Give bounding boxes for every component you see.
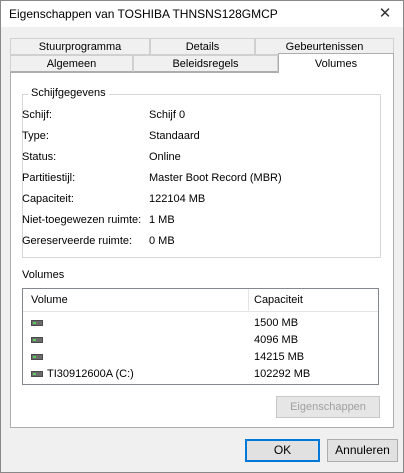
disk-row-value: 0 MB (149, 235, 175, 247)
volumes-tab-panel: Schijfgegevens Schijf: Schijf 0 Type: St… (10, 72, 394, 428)
volume-name: TI30912600A (C:) (47, 368, 134, 380)
disk-row-label: Schijf: (22, 109, 52, 121)
column-header-capaciteit[interactable]: Capaciteit (254, 294, 303, 306)
tab-details[interactable]: Details (150, 38, 255, 55)
ok-button[interactable]: OK (245, 439, 320, 462)
disk-row-label: Type: (22, 130, 49, 142)
disk-row-value: 1 MB (149, 214, 175, 226)
disk-row-label: Niet-toegewezen ruimte: (22, 214, 142, 226)
volume-row[interactable]: 1500 MB (23, 315, 378, 332)
volumes-group-label: Volumes (22, 269, 65, 281)
disk-row-label: Status: (22, 151, 57, 163)
disk-row-status: Status: Online (22, 151, 181, 165)
tab-volumes[interactable]: Volumes (278, 53, 394, 73)
properties-button[interactable]: Eigenschappen (276, 396, 380, 418)
disk-row-capaciteit: Capaciteit: 122104 MB (22, 193, 205, 207)
tab-stuurprogramma[interactable]: Stuurprogramma (10, 38, 150, 55)
disk-row-value: Online (149, 151, 181, 163)
disk-row-value: Schijf 0 (149, 109, 186, 121)
volume-capacity: 1500 MB (254, 317, 299, 329)
volume-capacity: 102292 MB (254, 368, 311, 380)
disk-row-value: 122104 MB (149, 193, 206, 205)
disk-row-value: Master Boot Record (MBR) (149, 172, 282, 184)
drive-icon (31, 337, 43, 343)
drive-icon (31, 354, 43, 360)
disk-row-niet-toegewezen: Niet-toegewezen ruimte: 1 MB (22, 214, 175, 228)
disk-info-group-label: Schijfgegevens (28, 87, 109, 99)
disk-row-label: Capaciteit: (22, 193, 74, 205)
tab-algemeen[interactable]: Algemeen (10, 55, 133, 72)
title-bar: Eigenschappen van TOSHIBA THNSNS128GMCP … (1, 1, 403, 27)
disk-row-partitiestijl: Partitiestijl: Master Boot Record (MBR) (22, 172, 282, 186)
close-icon[interactable]: ✕ (367, 1, 403, 27)
cancel-button[interactable]: Annuleren (327, 439, 398, 462)
volumes-list[interactable]: Volume Capaciteit 1500 MB 4096 MB 14215 … (22, 288, 379, 385)
properties-dialog: Eigenschappen van TOSHIBA THNSNS128GMCP … (0, 0, 404, 473)
volume-row[interactable]: TI30912600A (C:) 102292 MB (23, 366, 378, 383)
column-header-volume-label: Volume (31, 294, 68, 306)
drive-icon (31, 371, 43, 377)
disk-row-gereserveerd: Gereserveerde ruimte: 0 MB (22, 235, 175, 249)
volume-row[interactable]: 14215 MB (23, 349, 378, 366)
disk-row-type: Type: Standaard (22, 130, 200, 144)
volume-capacity: 14215 MB (254, 351, 305, 363)
volumes-list-header: Volume Capaciteit (23, 289, 378, 312)
disk-row-label: Partitiestijl: (22, 172, 76, 184)
tab-beleidsregels[interactable]: Beleidsregels (133, 55, 278, 72)
disk-row-value: Standaard (149, 130, 200, 142)
volume-capacity: 4096 MB (254, 334, 299, 346)
volume-row[interactable]: 4096 MB (23, 332, 378, 349)
disk-row-schijf: Schijf: Schijf 0 (22, 109, 185, 123)
window-title: Eigenschappen van TOSHIBA THNSNS128GMCP (9, 7, 278, 21)
drive-icon (31, 320, 43, 326)
column-header-volume[interactable]: Volume (23, 289, 249, 311)
disk-row-label: Gereserveerde ruimte: (22, 235, 133, 247)
